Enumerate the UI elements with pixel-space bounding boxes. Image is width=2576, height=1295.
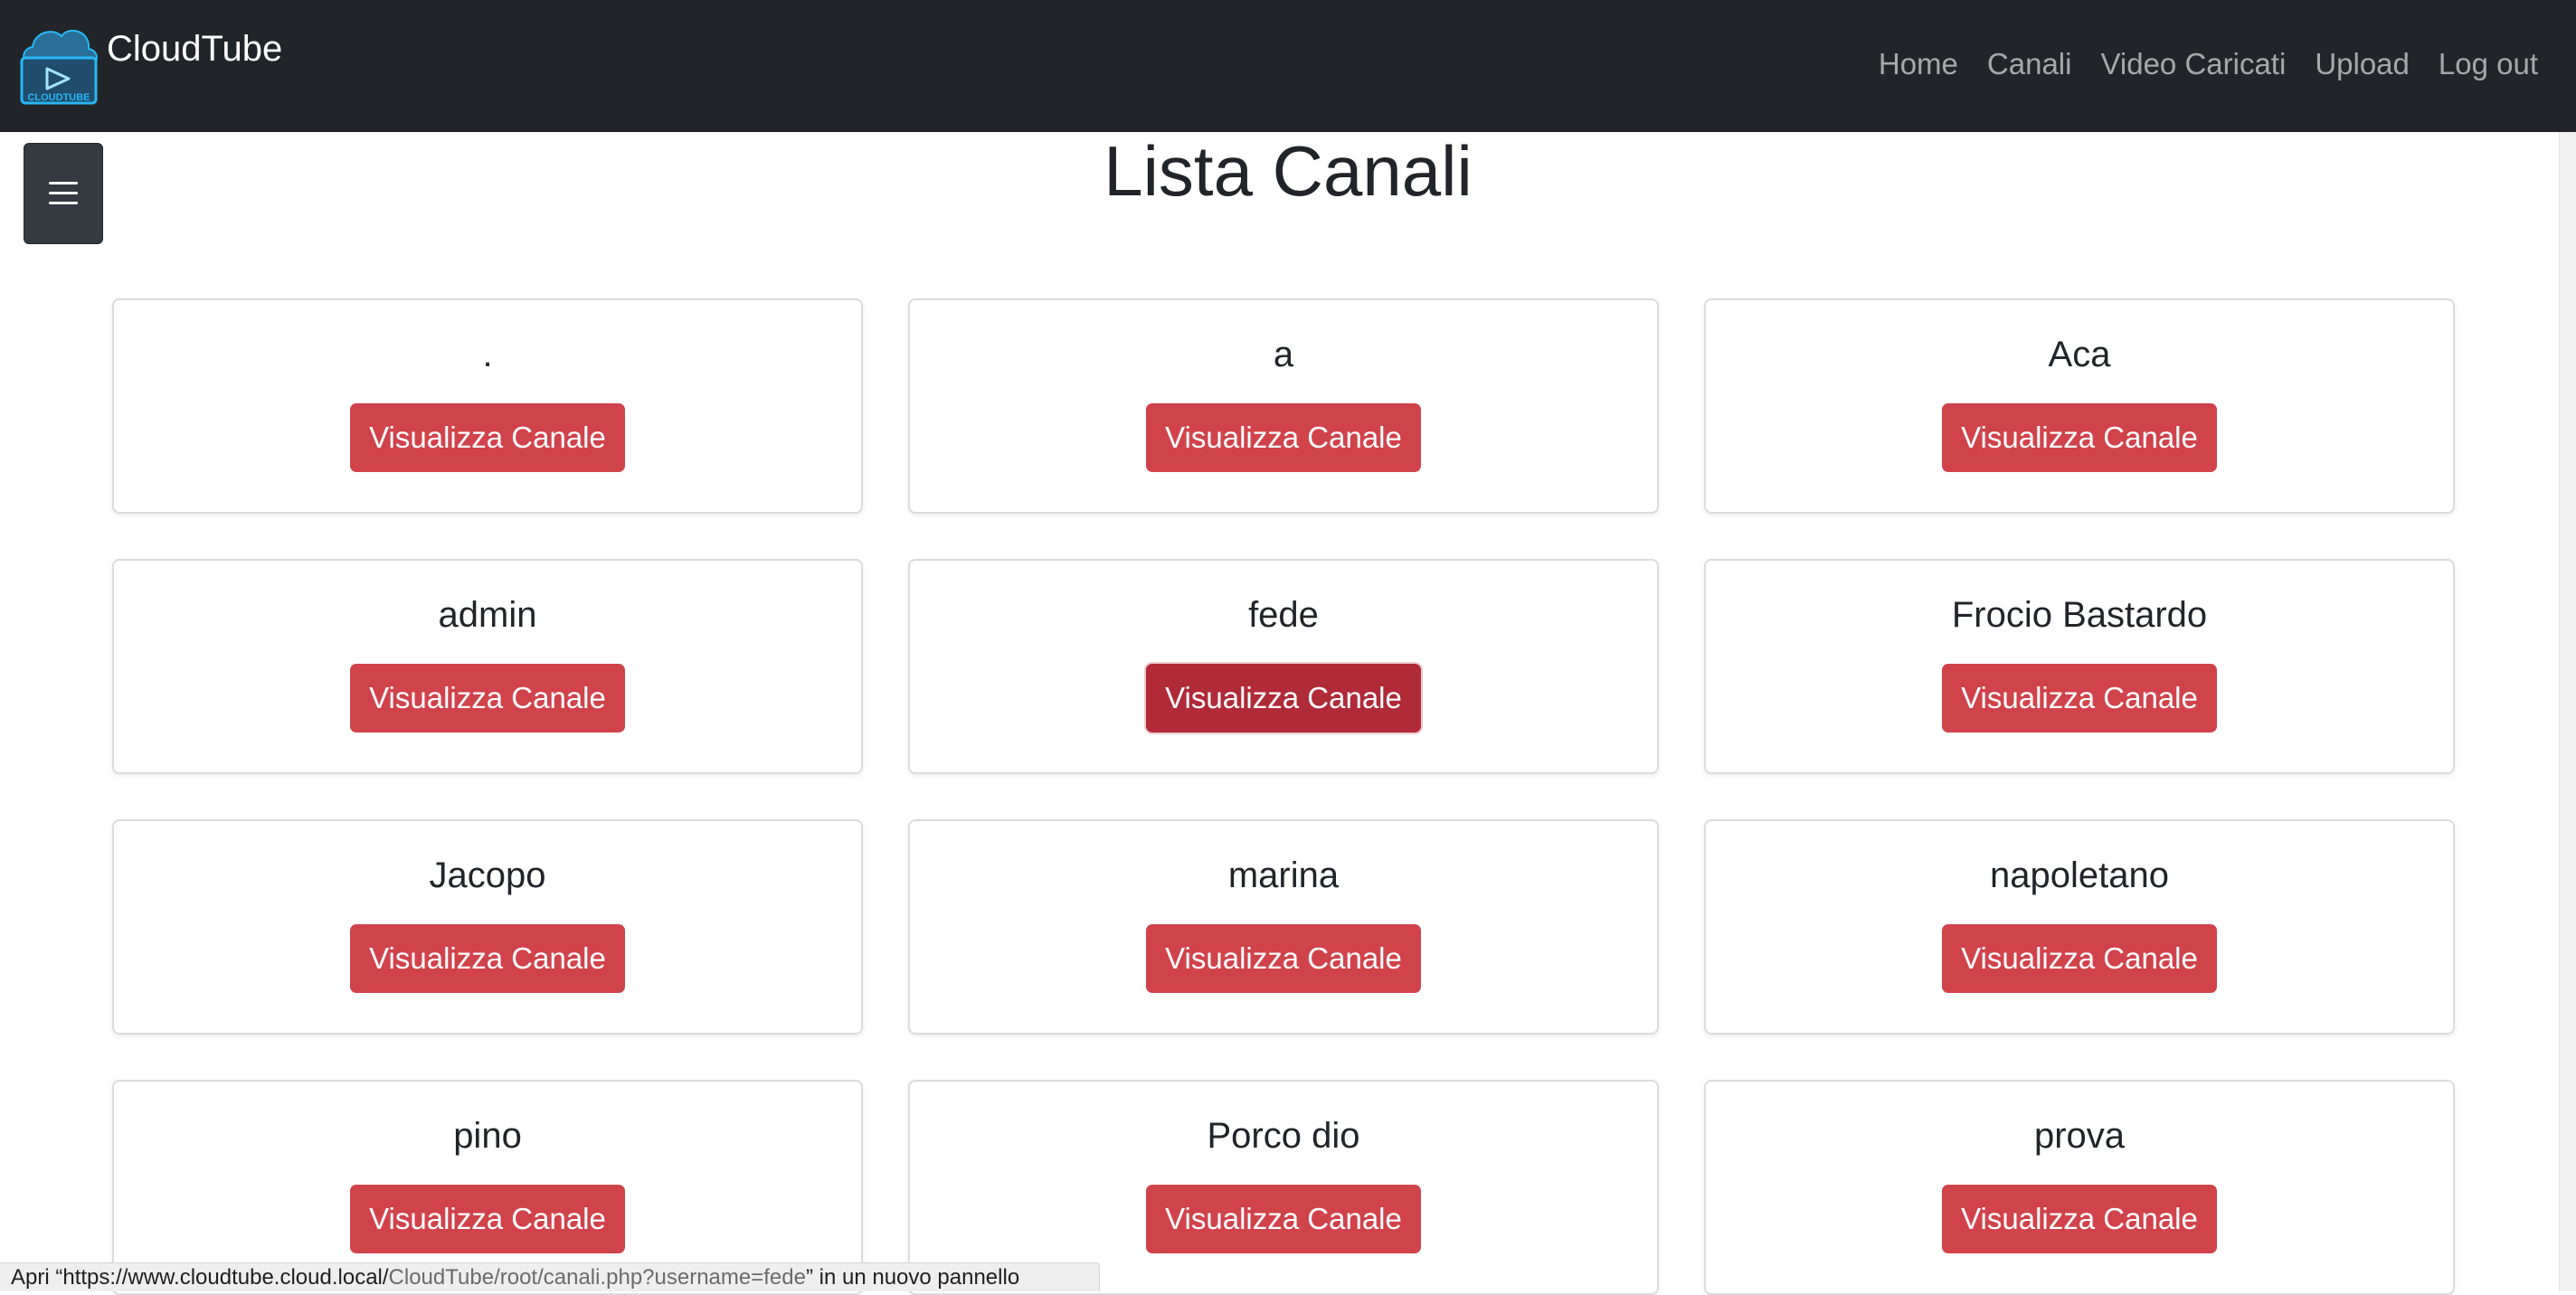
view-channel-button[interactable]: Visualizza Canale — [350, 403, 625, 472]
nav-link-video-caricati[interactable]: Video Caricati — [2100, 47, 2286, 81]
brand-link[interactable]: CLOUDTUBE CloudTube — [16, 22, 282, 109]
channel-name: Porco dio — [1207, 1116, 1360, 1156]
nav-link-home[interactable]: Home — [1879, 47, 1958, 81]
channel-grid: . Visualizza Canale a Visualizza Canale … — [112, 298, 2457, 1295]
channel-name: marina — [1227, 855, 1340, 895]
view-channel-button[interactable]: Visualizza Canale — [1146, 1185, 1421, 1253]
nav-links: Home Canali Video Caricati Upload Log ou… — [1879, 47, 2538, 81]
view-channel-button[interactable]: Visualizza Canale — [350, 1185, 625, 1253]
channel-card: Aca Visualizza Canale — [1704, 298, 2455, 514]
view-channel-button[interactable]: Visualizza Canale — [1942, 403, 2217, 472]
channel-name: Frocio Bastardo — [1951, 595, 2208, 635]
channel-name: napoletano — [1990, 855, 2169, 895]
channel-card: fede Visualizza Canale — [908, 559, 1659, 774]
nav-link-canali[interactable]: Canali — [1987, 47, 2072, 81]
channel-card: marina Visualizza Canale — [908, 819, 1659, 1035]
channel-card: Jacopo Visualizza Canale — [112, 819, 863, 1035]
view-channel-button[interactable]: Visualizza Canale — [1942, 664, 2217, 733]
view-channel-button[interactable]: Visualizza Canale — [350, 664, 625, 733]
channel-card: napoletano Visualizza Canale — [1704, 819, 2455, 1035]
view-channel-button[interactable]: Visualizza Canale — [1146, 924, 1421, 993]
view-channel-button[interactable]: Visualizza Canale — [350, 924, 625, 993]
status-url-host: https://www.cloudtube.cloud.local/ — [62, 1264, 389, 1290]
logo-text: CLOUDTUBE — [27, 92, 90, 103]
cloudtube-logo-icon: CLOUDTUBE — [20, 29, 98, 105]
channel-name: fede — [1248, 595, 1319, 635]
channel-card: prova Visualizza Canale — [1704, 1080, 2455, 1295]
channel-name: admin — [438, 595, 537, 635]
top-navbar: CLOUDTUBE CloudTube Home Canali Video Ca… — [0, 0, 2576, 132]
channel-card: Frocio Bastardo Visualizza Canale — [1704, 559, 2455, 774]
nav-link-log-out[interactable]: Log out — [2439, 47, 2538, 81]
channel-name: . — [482, 335, 493, 374]
channel-name: Aca — [2048, 335, 2111, 374]
scrollbar-track[interactable] — [2559, 132, 2576, 1291]
view-channel-button-hovered[interactable]: Visualizza Canale — [1146, 664, 1421, 733]
channel-name: pino — [453, 1116, 522, 1156]
channel-card: admin Visualizza Canale — [112, 559, 863, 774]
nav-link-upload[interactable]: Upload — [2315, 47, 2410, 81]
channel-name: prova — [2033, 1116, 2126, 1156]
status-url-path: CloudTube/root/canali.php?username=fede — [388, 1264, 806, 1290]
status-suffix: ” in un nuovo pannello — [805, 1264, 1020, 1290]
brand-name: CloudTube — [107, 29, 283, 69]
view-channel-button[interactable]: Visualizza Canale — [1942, 924, 2217, 993]
channel-card: a Visualizza Canale — [908, 298, 1659, 514]
page-title: Lista Canali — [1103, 131, 1473, 211]
channel-card: . Visualizza Canale — [112, 298, 863, 514]
channel-name: Jacopo — [429, 855, 546, 895]
view-channel-button[interactable]: Visualizza Canale — [1942, 1185, 2217, 1253]
status-prefix: Apri “ — [11, 1264, 63, 1290]
channel-name: a — [1273, 335, 1294, 374]
view-channel-button[interactable]: Visualizza Canale — [1146, 403, 1421, 472]
link-preview-status-bar: Apri “https://www.cloudtube.cloud.local/… — [0, 1262, 1100, 1291]
